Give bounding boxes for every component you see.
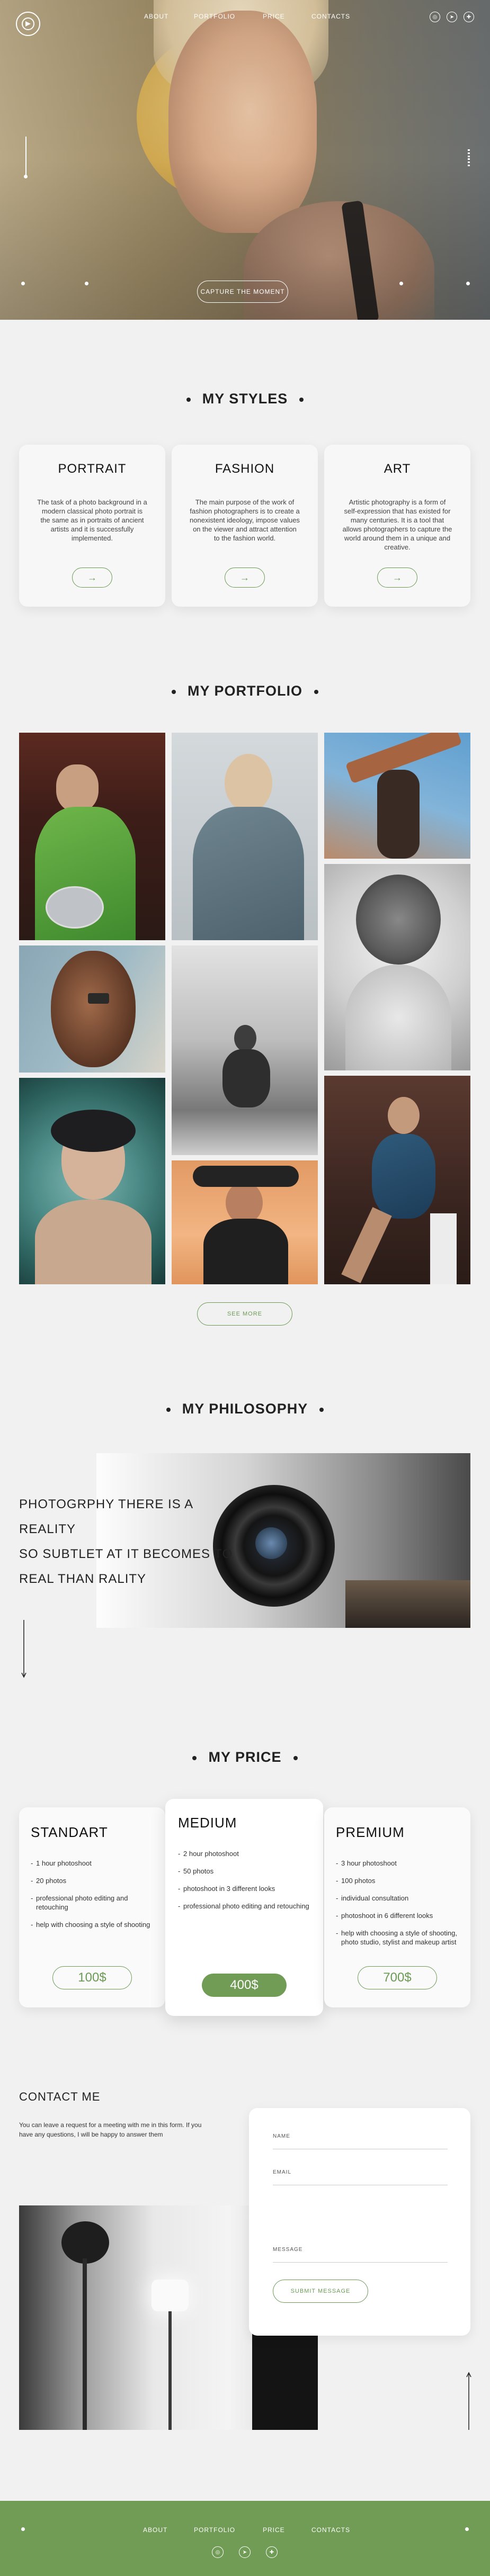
philosophy-title: MY PHILOSOPHY bbox=[0, 1401, 490, 1417]
footer-nav-price[interactable]: PRICE bbox=[263, 2526, 285, 2534]
philosophy-quote: PHOTOGRPHY THERE IS A REALITY SO SUBTLET… bbox=[19, 1492, 242, 1591]
portfolio-title: MY PORTFOLIO bbox=[0, 683, 490, 699]
price-card-premium: PREMIUM 3 hour photoshoot 100 photos ind… bbox=[324, 1807, 470, 2007]
philosophy-line: PHOTOGRPHY THERE IS A REALITY bbox=[19, 1497, 193, 1536]
nav-about[interactable]: ABOUT bbox=[144, 13, 168, 20]
footer: ABOUT PORTFOLIO PRICE CONTACTS ◎ ➤ ✚ bbox=[0, 2501, 490, 2576]
logo[interactable] bbox=[16, 12, 40, 36]
style-card-art: ART Artistic photography is a form of se… bbox=[324, 445, 470, 607]
style-card-title: FASHION bbox=[215, 462, 275, 476]
message-field[interactable]: MESSAGE bbox=[273, 2244, 448, 2263]
style-card-title: PORTRAIT bbox=[58, 462, 127, 476]
plan-feature: 20 photos bbox=[31, 1876, 154, 1885]
arrow-right-button[interactable]: → bbox=[225, 568, 265, 588]
footer-dot-right bbox=[465, 2527, 469, 2531]
plan-feature: individual consultation bbox=[336, 1894, 459, 1903]
vk-icon[interactable]: ✚ bbox=[464, 12, 474, 22]
hero-scroll-dot bbox=[24, 175, 28, 178]
capture-moment-button[interactable]: CAPTURE THE MOMENT bbox=[197, 281, 288, 303]
price-card-standart: STANDART 1 hour photoshoot 20 photos pro… bbox=[19, 1807, 165, 2007]
plan-feature: help with choosing a style of shooting, … bbox=[336, 1929, 459, 1947]
hero-dot-3 bbox=[399, 282, 403, 285]
portfolio-photo-beach[interactable] bbox=[172, 945, 318, 1155]
hero-dot-1 bbox=[21, 282, 25, 285]
plan-feature: professional photo editing and retouchin… bbox=[31, 1894, 154, 1912]
portfolio-photo-green-suit[interactable] bbox=[19, 733, 165, 940]
see-more-button[interactable]: SEE MORE bbox=[197, 1302, 292, 1326]
footer-dot-left bbox=[21, 2527, 25, 2531]
plan-feature: 100 photos bbox=[336, 1876, 459, 1885]
plan-feature: 1 hour photoshoot bbox=[31, 1859, 154, 1868]
plan-features: 3 hour photoshoot 100 photos individual … bbox=[336, 1859, 459, 1947]
price-title: MY PRICE bbox=[0, 1749, 490, 1766]
footer-nav-portfolio[interactable]: PORTFOLIO bbox=[194, 2526, 235, 2534]
plan-feature: professional photo editing and retouchin… bbox=[178, 1902, 310, 1911]
style-card-text: The task of a photo background in a mode… bbox=[37, 498, 147, 542]
hero-section: ABOUT PORTFOLIO PRICE CONTACTS ◎ ➤ ✚ CAP… bbox=[0, 0, 490, 320]
portfolio-photo-blue-dress[interactable] bbox=[324, 1076, 470, 1284]
style-card-fashion: FASHION The main purpose of the work of … bbox=[172, 445, 318, 607]
hero-scroll-line bbox=[25, 137, 26, 176]
price-button-400[interactable]: 400$ bbox=[202, 1974, 287, 1997]
hero-overlay bbox=[0, 0, 490, 320]
arrow-down-icon bbox=[21, 1620, 26, 1678]
price-card-medium: MEDIUM 2 hour photoshoot 50 photos photo… bbox=[165, 1799, 323, 2016]
hero-dot-4 bbox=[466, 282, 470, 285]
portfolio-photo-shirt[interactable] bbox=[172, 733, 318, 940]
footer-nav-about[interactable]: ABOUT bbox=[143, 2526, 167, 2534]
style-card-title: ART bbox=[384, 462, 411, 476]
arrow-right-button[interactable]: → bbox=[377, 568, 417, 588]
portfolio-photo-sky[interactable] bbox=[324, 733, 470, 859]
plan-feature: help with choosing a style of shooting bbox=[31, 1920, 154, 1929]
hero-dot-2 bbox=[85, 282, 88, 285]
style-card-text: The main purpose of the work of fashion … bbox=[190, 498, 300, 542]
plan-name: MEDIUM bbox=[178, 1815, 237, 1831]
message-label: MESSAGE bbox=[273, 2247, 303, 2253]
portfolio-photo-water[interactable] bbox=[19, 1078, 165, 1284]
footer-nav-contacts[interactable]: CONTACTS bbox=[311, 2526, 350, 2534]
plan-features: 2 hour photoshoot 50 photos photoshoot i… bbox=[178, 1849, 310, 1911]
email-label: EMAIL bbox=[273, 2169, 292, 2175]
style-card-text: Artistic photography is a form of self-e… bbox=[342, 498, 452, 551]
contact-title: CONTACT ME bbox=[19, 2090, 101, 2103]
vk-icon[interactable]: ✚ bbox=[266, 2546, 278, 2558]
price-button-700[interactable]: 700$ bbox=[358, 1966, 437, 1989]
nav-contacts[interactable]: CONTACTS bbox=[311, 13, 350, 20]
plan-feature: photoshoot in 3 different looks bbox=[178, 1884, 310, 1893]
styles-title: MY STYLES bbox=[0, 391, 490, 407]
arrow-up-icon[interactable] bbox=[466, 2372, 471, 2430]
name-field[interactable]: NAME bbox=[273, 2130, 448, 2149]
price-button-100[interactable]: 100$ bbox=[52, 1966, 132, 1989]
plan-features: 1 hour photoshoot 20 photos professional… bbox=[31, 1859, 154, 1929]
instagram-icon[interactable]: ◎ bbox=[430, 12, 440, 22]
social-links: ◎ ➤ ✚ bbox=[430, 12, 474, 22]
plan-name: PREMIUM bbox=[336, 1824, 405, 1840]
telegram-icon[interactable]: ➤ bbox=[239, 2546, 251, 2558]
style-card-portrait: PORTRAIT The task of a photo background … bbox=[19, 445, 165, 607]
name-label: NAME bbox=[273, 2133, 290, 2139]
slider-indicator[interactable] bbox=[468, 149, 470, 166]
nav-price[interactable]: PRICE bbox=[263, 13, 285, 20]
plan-name: STANDART bbox=[31, 1824, 108, 1840]
portfolio-photo-bw-dress[interactable] bbox=[324, 864, 470, 1070]
nav-portfolio[interactable]: PORTFOLIO bbox=[194, 13, 235, 20]
arrow-right-button[interactable]: → bbox=[72, 568, 112, 588]
camera-aperture-logo bbox=[22, 17, 34, 30]
philosophy-line: REAL THAN RALITY bbox=[19, 1572, 147, 1586]
telegram-icon[interactable]: ➤ bbox=[447, 12, 457, 22]
email-field[interactable]: EMAIL bbox=[273, 2166, 448, 2185]
plan-feature: 2 hour photoshoot bbox=[178, 1849, 310, 1858]
instagram-icon[interactable]: ◎ bbox=[212, 2546, 224, 2558]
submit-message-button[interactable]: SUBMIT MESSAGE bbox=[273, 2280, 368, 2303]
plan-feature: 3 hour photoshoot bbox=[336, 1859, 459, 1868]
contact-text: You can leave a request for a meeting wi… bbox=[19, 2121, 202, 2138]
portfolio-photo-blue-face[interactable] bbox=[19, 945, 165, 1073]
contact-form: NAME EMAIL MESSAGE SUBMIT MESSAGE bbox=[249, 2108, 470, 2336]
plan-feature: photoshoot in 6 different looks bbox=[336, 1911, 459, 1920]
philosophy-line: SO SUBTLET AT IT BECOMES TO bbox=[19, 1547, 233, 1561]
plan-feature: 50 photos bbox=[178, 1867, 310, 1876]
portfolio-photo-orange[interactable] bbox=[172, 1160, 318, 1284]
